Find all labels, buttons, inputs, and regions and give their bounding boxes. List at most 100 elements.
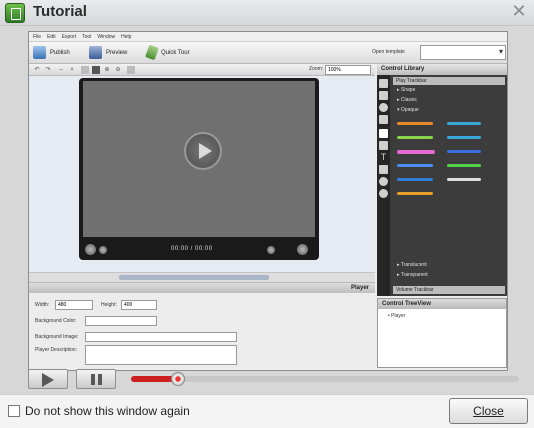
trackbar-sample — [397, 150, 435, 154]
design-area: ↶ ↷ – × ⊕ ⊖ Zoom: 100% 00:00 / 00:00 — [29, 64, 375, 282]
open-template-select — [420, 45, 506, 60]
height-label: Height: — [101, 302, 117, 308]
trackbar-sample — [447, 164, 481, 167]
trackbar-sample — [397, 178, 433, 181]
video-seek-bar[interactable] — [131, 372, 519, 386]
zoom-select: 100% — [325, 65, 371, 75]
player-play-icon — [85, 244, 96, 255]
player-fullscreen-icon — [297, 244, 308, 255]
background-color-select — [85, 316, 157, 326]
menu-item-edit: Edit — [47, 34, 56, 40]
trackbar-icon — [379, 79, 388, 88]
control-library-iconbar: T — [377, 75, 390, 296]
player-preview: 00:00 / 00:00 — [79, 78, 319, 260]
trackbar-sample — [447, 150, 481, 153]
library-item-shape: Shape — [397, 87, 415, 94]
tutorial-video-content: File Edit Export Tool Window Help Publish Pre… — [28, 31, 508, 371]
trackbar-sample — [397, 192, 433, 195]
background-image-label: Background Image: — [35, 334, 79, 340]
zoom-in-icon: ⊕ — [104, 67, 110, 73]
treeview-item-player: Player — [388, 313, 405, 319]
video-seek-handle[interactable] — [170, 372, 185, 386]
player-description-label: Player Description: — [35, 347, 77, 353]
properties-panel: Player Width: 480 Height: 400 Background… — [29, 282, 375, 368]
width-field: 480 — [55, 300, 93, 310]
zoom-label: Zoom: — [309, 66, 324, 72]
control-library-header: Control Library — [377, 64, 507, 75]
publish-icon — [33, 45, 46, 59]
minus-icon: – — [59, 67, 63, 73]
menu-item-file: File — [33, 34, 42, 40]
background-color-label: Background Color: — [35, 318, 77, 324]
app-menubar: File Edit Export Tool Window Help — [29, 32, 507, 42]
background-image-field — [85, 332, 237, 342]
close-button[interactable]: Close — [449, 398, 528, 424]
preview-icon — [89, 45, 102, 59]
fit-icon — [127, 66, 135, 74]
dialog-titlebar: Tutorial ✕ — [0, 0, 534, 26]
preview-button: Preview — [89, 45, 127, 61]
quick-tour-button: Quick Tour — [145, 44, 190, 61]
volume-trackbar-section: Volume Trackbar — [393, 286, 505, 294]
text-icon: T — [380, 152, 387, 162]
delete-icon: × — [70, 67, 74, 73]
library-item-classic: Classic — [397, 97, 417, 104]
menu-item-export: Export — [61, 34, 77, 40]
app-toolbar: Publish Preview Quick Tour Open template — [29, 42, 507, 64]
trackbar-sample — [397, 122, 433, 125]
publish-label: Publish — [50, 50, 70, 56]
width-label: Width: — [35, 302, 50, 308]
player-time: 00:00 / 00:00 — [171, 246, 213, 252]
play-overlay-icon — [184, 132, 222, 170]
library-item-transparent: Transparent — [397, 272, 428, 279]
dont-show-checkbox[interactable] — [8, 405, 20, 417]
dialog-footer: Do not show this window again Close — [0, 394, 534, 428]
canvas-scrollbar — [29, 272, 375, 282]
panel-icon — [379, 141, 388, 150]
height-field: 400 — [121, 300, 157, 310]
menu-item-window: Window — [97, 34, 116, 40]
scrollbar-thumb — [119, 275, 269, 280]
player-volume-icon — [267, 246, 275, 254]
select-icon — [81, 66, 89, 74]
trackbar-sample — [447, 178, 481, 181]
dialog-title: Tutorial — [33, 3, 87, 20]
publish-button: Publish — [33, 45, 70, 61]
arrow-icon — [379, 129, 388, 138]
list-icon — [379, 91, 388, 100]
control-treeview-panel: Control TreeView Player — [377, 298, 507, 368]
trackbar-sample — [397, 164, 433, 167]
dont-show-label[interactable]: Do not show this window again — [25, 404, 190, 418]
control-library-panel: Control Library T Play Trackbar Shape Cl… — [377, 64, 507, 296]
player-control-bar: 00:00 / 00:00 — [79, 240, 319, 260]
image-icon — [379, 165, 388, 174]
library-item-translucent: Translucent — [397, 262, 427, 269]
open-template-label: Open template — [372, 49, 405, 55]
trackbar-sample — [447, 122, 481, 125]
settings-icon — [379, 189, 388, 198]
player-stop-icon — [99, 246, 107, 254]
close-icon[interactable]: ✕ — [509, 2, 529, 22]
button-icon — [379, 115, 388, 124]
link-icon — [379, 177, 388, 186]
video-play-button[interactable] — [28, 369, 68, 389]
video-pause-button[interactable] — [76, 369, 116, 389]
menu-item-help: Help — [121, 34, 132, 40]
preview-label: Preview — [106, 50, 128, 56]
play-icon — [379, 103, 388, 112]
trackbar-sample — [447, 136, 481, 139]
trackbar-sample — [397, 136, 433, 139]
quick-tour-icon — [145, 44, 159, 61]
design-toolbar: ↶ ↷ – × ⊕ ⊖ Zoom: 100% — [29, 64, 375, 76]
design-canvas: 00:00 / 00:00 — [29, 76, 375, 272]
player-screen — [83, 81, 315, 237]
menu-item-tool: Tool — [82, 34, 92, 40]
grid-icon — [92, 66, 100, 74]
redo-icon: ↷ — [45, 67, 51, 73]
properties-header: Player — [29, 283, 375, 293]
treeview-header: Control TreeView — [378, 299, 506, 309]
library-item-opaque: Opaque — [397, 107, 419, 114]
zoom-out-icon: ⊖ — [115, 67, 121, 73]
player-description-field — [85, 345, 237, 365]
undo-icon: ↶ — [34, 67, 40, 73]
